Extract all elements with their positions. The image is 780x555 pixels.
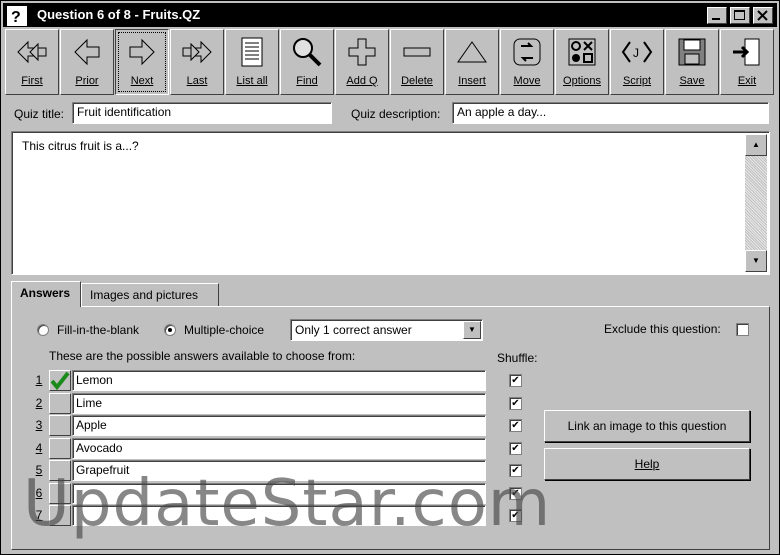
toolbar-label: Script [622,75,652,87]
svg-text:J: J [633,46,639,60]
checkmark-icon [50,371,70,391]
shuffle-checkbox[interactable]: ✔ [509,396,522,410]
script-icon: J [621,41,653,63]
quiz-description-input[interactable]: An apple a day... [452,102,769,124]
toolbar-label: Move [513,75,541,87]
application-window: ? Question 6 of 8 - Fruits.QZ First Prior… [0,0,780,555]
shuffle-checkbox[interactable]: ✔ [509,374,522,387]
answer-input[interactable]: Lemon [72,370,486,391]
toolbar-label: Exit [737,75,757,87]
fill-blank-label: Fill-in-the-blank [57,323,140,337]
exclude-question-checkbox[interactable] [736,323,749,336]
exclude-question-label: Exclude this question: [604,322,721,336]
vertical-scrollbar[interactable]: ▲ ▼ [745,134,767,272]
correct-marker[interactable] [49,392,71,414]
shuffle-checkbox[interactable]: ✔ [509,441,522,455]
toolbar-label: Prior [75,75,99,87]
toolbar-button-insert[interactable]: Insert [445,29,499,95]
help-button[interactable]: Help [544,448,750,480]
toolbar-button-add-q[interactable]: Add Q [335,29,389,95]
toolbar-label: Find [296,75,318,87]
app-icon[interactable]: ? [7,6,27,26]
next-icon [129,38,155,66]
shuffle-checkbox[interactable]: ✔ [509,419,522,432]
answer-number: 1 [35,373,43,387]
answer-input[interactable]: Lime [72,392,486,414]
floppy-icon [678,38,706,66]
toolbar-label: Options [563,75,601,87]
toolbar-button-last[interactable]: Last [170,29,224,95]
minimize-button[interactable] [707,7,727,24]
toolbar-label: Last [186,75,208,87]
options-icon [568,38,596,66]
possible-answers-label: These are the possible answers available… [49,349,356,363]
answer-number: 3 [35,418,43,432]
answer-mode-value: Only 1 correct answer [295,323,412,337]
toolbar-label: First [21,75,43,87]
toolbar-label: Save [679,75,705,87]
correct-marker[interactable] [49,437,71,459]
toolbar-button-list-all[interactable]: List all [225,29,279,95]
prior-icon [74,38,100,66]
maximize-button[interactable] [730,7,750,24]
toolbar-label: Add Q [346,75,378,87]
title-bar[interactable]: ? Question 6 of 8 - Fruits.QZ [3,3,777,27]
move-icon [513,38,541,66]
toolbar-button-exit[interactable]: Exit [720,29,774,95]
list-icon [241,37,263,67]
multiple-choice-radio[interactable] [164,324,176,336]
answer-input[interactable]: Avocado [72,437,486,459]
toolbar-button-options[interactable]: Options [555,29,609,95]
watermark-logo: UpdateStar.com [23,467,552,541]
fill-blank-radio[interactable] [37,324,49,336]
quiz-description-label: Quiz description: [351,107,441,121]
quiz-title-label: Quiz title: [14,107,65,121]
quiz-title-input[interactable]: Fruit identification [72,102,332,124]
answer-number: 4 [35,440,43,455]
toolbar: First Prior Next Last List all Find Add Q Delet… [5,29,775,95]
toolbar-button-next[interactable]: Next [115,29,169,95]
toolbar-label: Insert [458,75,486,87]
question-text-area[interactable]: This citrus fruit is a...? ▲ ▼ [11,131,770,275]
dropdown-arrow-icon[interactable]: ▼ [463,321,481,339]
question-text: This citrus fruit is a...? [22,139,139,153]
toolbar-button-delete[interactable]: Delete [390,29,444,95]
toolbar-label: List all [236,75,268,87]
tab-images[interactable]: Images and pictures [81,283,219,307]
last-icon [182,40,212,64]
correct-marker[interactable] [49,370,71,391]
scroll-up-button[interactable]: ▲ [745,134,767,156]
toolbar-label: Next [130,75,154,87]
answer-input[interactable]: Apple [72,415,486,436]
shuffle-label: Shuffle: [497,351,538,365]
answer-mode-select[interactable]: Only 1 correct answer ▼ [290,319,483,341]
scroll-down-button[interactable]: ▼ [745,250,767,272]
tab-answers[interactable]: Answers [11,281,81,307]
toolbar-button-prior[interactable]: Prior [60,29,114,95]
first-icon [17,40,47,64]
minus-icon [403,47,431,57]
magnifier-icon [293,38,322,67]
triangle-icon [457,41,487,63]
multiple-choice-label: Multiple-choice [184,323,265,337]
toolbar-button-find[interactable]: Find [280,29,334,95]
toolbar-button-script[interactable]: J Script [610,29,664,95]
link-image-button[interactable]: Link an image to this question [544,410,750,442]
exit-icon [733,38,760,66]
toolbar-button-move[interactable]: Move [500,29,554,95]
answer-number: 2 [35,395,43,410]
plus-icon [348,38,376,66]
toolbar-button-save[interactable]: Save [665,29,719,95]
toolbar-label: Delete [401,75,433,87]
window-title: Question 6 of 8 - Fruits.QZ [37,7,201,22]
svg-text:?: ? [11,9,21,25]
correct-marker[interactable] [49,415,71,436]
close-button[interactable] [753,7,773,24]
toolbar-button-first[interactable]: First [5,29,59,95]
